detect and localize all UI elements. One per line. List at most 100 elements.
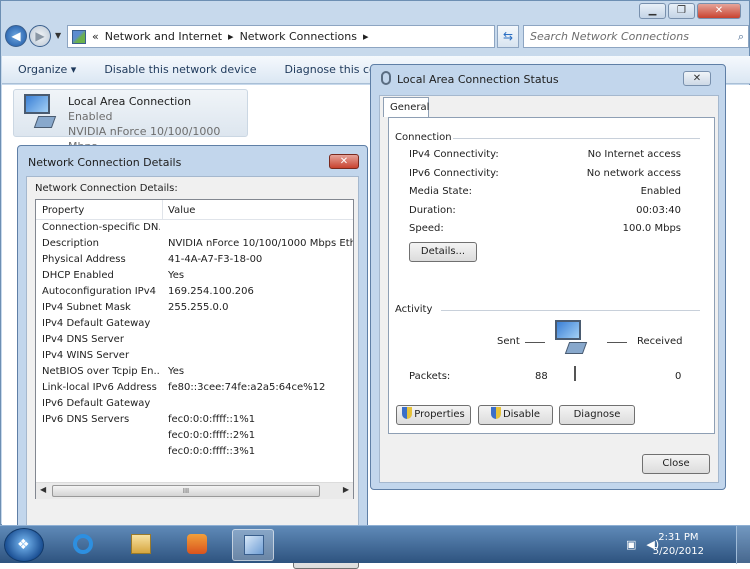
network-tray-icon[interactable]: ▣ bbox=[626, 538, 636, 551]
ipv6-connectivity-row: IPv6 Connectivity: No network access bbox=[409, 168, 681, 179]
uac-shield-icon bbox=[490, 407, 501, 419]
field-label: IPv6 Connectivity: bbox=[409, 168, 499, 179]
table-row[interactable]: Link-local IPv6 Address fe80::3cee:74fe:a… bbox=[36, 382, 353, 398]
table-row[interactable]: Connection-specific DN... bbox=[36, 222, 353, 238]
taskbar: ❖ ▣ ◀) 2:31 PM 5/20/2012 bbox=[0, 525, 750, 564]
status-close-x-button[interactable]: ✕ bbox=[683, 71, 711, 86]
start-button[interactable]: ❖ bbox=[4, 528, 44, 562]
clock-date: 5/20/2012 bbox=[652, 546, 704, 557]
table-row[interactable]: NetBIOS over Tcpip En... Yes bbox=[36, 366, 353, 382]
property-cell: Physical Address bbox=[42, 254, 126, 265]
field-label: Speed: bbox=[409, 223, 444, 234]
back-button[interactable]: ◀ bbox=[5, 25, 27, 47]
scroll-left-arrow-icon[interactable]: ◀ bbox=[40, 485, 46, 494]
scrollbar-thumb[interactable]: III bbox=[52, 485, 320, 497]
navigation-bar: ◀ ▶ ▼ « Network and Internet ▸ Network C… bbox=[5, 25, 749, 49]
taskbar-control-panel[interactable] bbox=[232, 529, 274, 561]
close-button[interactable]: ✕ bbox=[697, 3, 741, 19]
column-divider[interactable] bbox=[162, 200, 163, 220]
table-row[interactable]: fec0:0:0:ffff::3%1 bbox=[36, 446, 353, 462]
details-label: Network Connection Details: bbox=[35, 183, 178, 194]
details-button[interactable]: Details... bbox=[409, 242, 477, 262]
table-row[interactable]: IPv4 Subnet Mask 255.255.0.0 bbox=[36, 302, 353, 318]
horizontal-scrollbar[interactable]: ◀ III ▶ bbox=[36, 482, 353, 499]
value-cell: NVIDIA nForce 10/100/1000 Mbps Ether bbox=[168, 238, 353, 249]
table-row[interactable]: Autoconfiguration IPv4 ... 169.254.100.20… bbox=[36, 286, 353, 302]
disable-button[interactable]: Disable bbox=[478, 405, 553, 425]
field-value: No network access bbox=[586, 168, 681, 179]
value-cell: Yes bbox=[168, 366, 185, 377]
table-row[interactable]: fec0:0:0:ffff::2%1 bbox=[36, 430, 353, 446]
taskbar-windows-explorer[interactable] bbox=[120, 529, 162, 561]
maximize-button[interactable]: ❐ bbox=[668, 3, 695, 19]
table-row[interactable]: IPv6 DNS Servers fec0:0:0:ffff::1%1 bbox=[36, 414, 353, 430]
breadcrumb-overflow[interactable]: « bbox=[92, 30, 99, 43]
network-activity-icon bbox=[549, 320, 588, 360]
recent-pages-dropdown[interactable]: ▼ bbox=[55, 31, 61, 40]
close-icon: ✕ bbox=[339, 156, 349, 167]
breadcrumb-network-connections[interactable]: Network Connections bbox=[240, 30, 357, 43]
taskbar-media-player[interactable] bbox=[176, 529, 218, 561]
details-dialog-title: Network Connection Details bbox=[28, 156, 182, 169]
search-input[interactable]: Search Network Connections ⌕ bbox=[523, 25, 749, 48]
packets-received-value: 0 bbox=[675, 371, 682, 382]
column-header-property[interactable]: Property bbox=[42, 205, 84, 216]
adapter-name: Local Area Connection bbox=[68, 95, 192, 108]
forward-arrow-icon: ▶ bbox=[35, 29, 45, 43]
details-listview[interactable]: Property Value Connection-specific DN...… bbox=[35, 199, 354, 499]
table-row[interactable]: IPv4 WINS Server bbox=[36, 350, 353, 366]
breadcrumb-separator[interactable]: ▸ bbox=[228, 30, 234, 43]
field-value: 00:03:40 bbox=[636, 205, 681, 216]
minimize-button[interactable]: ▁ bbox=[639, 3, 666, 19]
properties-label: Properties bbox=[414, 409, 465, 420]
connection-section-header: Connection bbox=[395, 132, 452, 143]
duration-row: Duration: 00:03:40 bbox=[409, 205, 681, 216]
table-row[interactable]: DHCP Enabled Yes bbox=[36, 270, 353, 286]
table-row[interactable]: Description NVIDIA nForce 10/100/1000 Mbp… bbox=[36, 238, 353, 254]
packets-sent-value: 88 bbox=[535, 371, 548, 382]
table-row[interactable]: Physical Address 41-4A-A7-F3-18-00 bbox=[36, 254, 353, 270]
disable-device-button[interactable]: Disable this network device bbox=[104, 63, 256, 76]
value-cell: fe80::3cee:74fe:a2a5:64ce%12 bbox=[168, 382, 326, 393]
adapter-tile[interactable]: Local Area Connection Enabled NVIDIA nFo… bbox=[13, 89, 248, 153]
column-header-value[interactable]: Value bbox=[168, 205, 195, 216]
clock[interactable]: 2:31 PM 5/20/2012 bbox=[653, 531, 704, 559]
taskbar-internet-explorer[interactable] bbox=[62, 529, 104, 561]
show-desktop-button[interactable] bbox=[736, 526, 750, 564]
property-cell: Description bbox=[42, 238, 99, 249]
property-cell: IPv4 Subnet Mask bbox=[42, 302, 131, 313]
property-cell: IPv4 DNS Server bbox=[42, 334, 124, 345]
sent-label: Sent bbox=[497, 336, 520, 347]
refresh-icon: ⇆ bbox=[502, 29, 514, 43]
scroll-right-arrow-icon[interactable]: ▶ bbox=[343, 485, 349, 494]
details-panel: Network Connection Details: Property Val… bbox=[26, 176, 359, 569]
uac-shield-icon bbox=[402, 407, 413, 419]
table-row[interactable]: IPv4 DNS Server bbox=[36, 334, 353, 350]
received-line bbox=[607, 342, 627, 343]
breadcrumb-separator[interactable]: ▸ bbox=[363, 30, 369, 43]
received-label: Received bbox=[637, 336, 683, 347]
property-cell: DHCP Enabled bbox=[42, 270, 114, 281]
breadcrumb-network-and-internet[interactable]: Network and Internet bbox=[105, 30, 222, 43]
refresh-button[interactable]: ⇆ bbox=[497, 25, 519, 48]
speed-row: Speed: 100.0 Mbps bbox=[409, 223, 681, 234]
status-close-button[interactable]: Close bbox=[642, 454, 710, 474]
address-bar[interactable]: « Network and Internet ▸ Network Connect… bbox=[67, 25, 495, 48]
search-icon[interactable]: ⌕ bbox=[738, 30, 744, 44]
status-dialog-title: Local Area Connection Status bbox=[397, 73, 559, 86]
table-row[interactable]: IPv6 Default Gateway bbox=[36, 398, 353, 414]
tab-general[interactable]: General bbox=[383, 97, 429, 117]
section-divider bbox=[441, 310, 700, 311]
property-cell: IPv6 Default Gateway bbox=[42, 398, 151, 409]
general-tab-pane: Connection IPv4 Connectivity: No Internet… bbox=[388, 117, 715, 434]
forward-button[interactable]: ▶ bbox=[29, 25, 51, 47]
details-close-x-button[interactable]: ✕ bbox=[329, 154, 359, 169]
field-label: IPv4 Connectivity: bbox=[409, 149, 499, 160]
field-value: 100.0 Mbps bbox=[622, 223, 681, 234]
value-cell: Yes bbox=[168, 270, 185, 281]
organize-menu[interactable]: Organize ▾ bbox=[18, 63, 76, 76]
properties-button[interactable]: Properties bbox=[396, 405, 471, 425]
media-player-icon bbox=[187, 534, 207, 554]
diagnose-button[interactable]: Diagnose bbox=[559, 405, 635, 425]
table-row[interactable]: IPv4 Default Gateway bbox=[36, 318, 353, 334]
